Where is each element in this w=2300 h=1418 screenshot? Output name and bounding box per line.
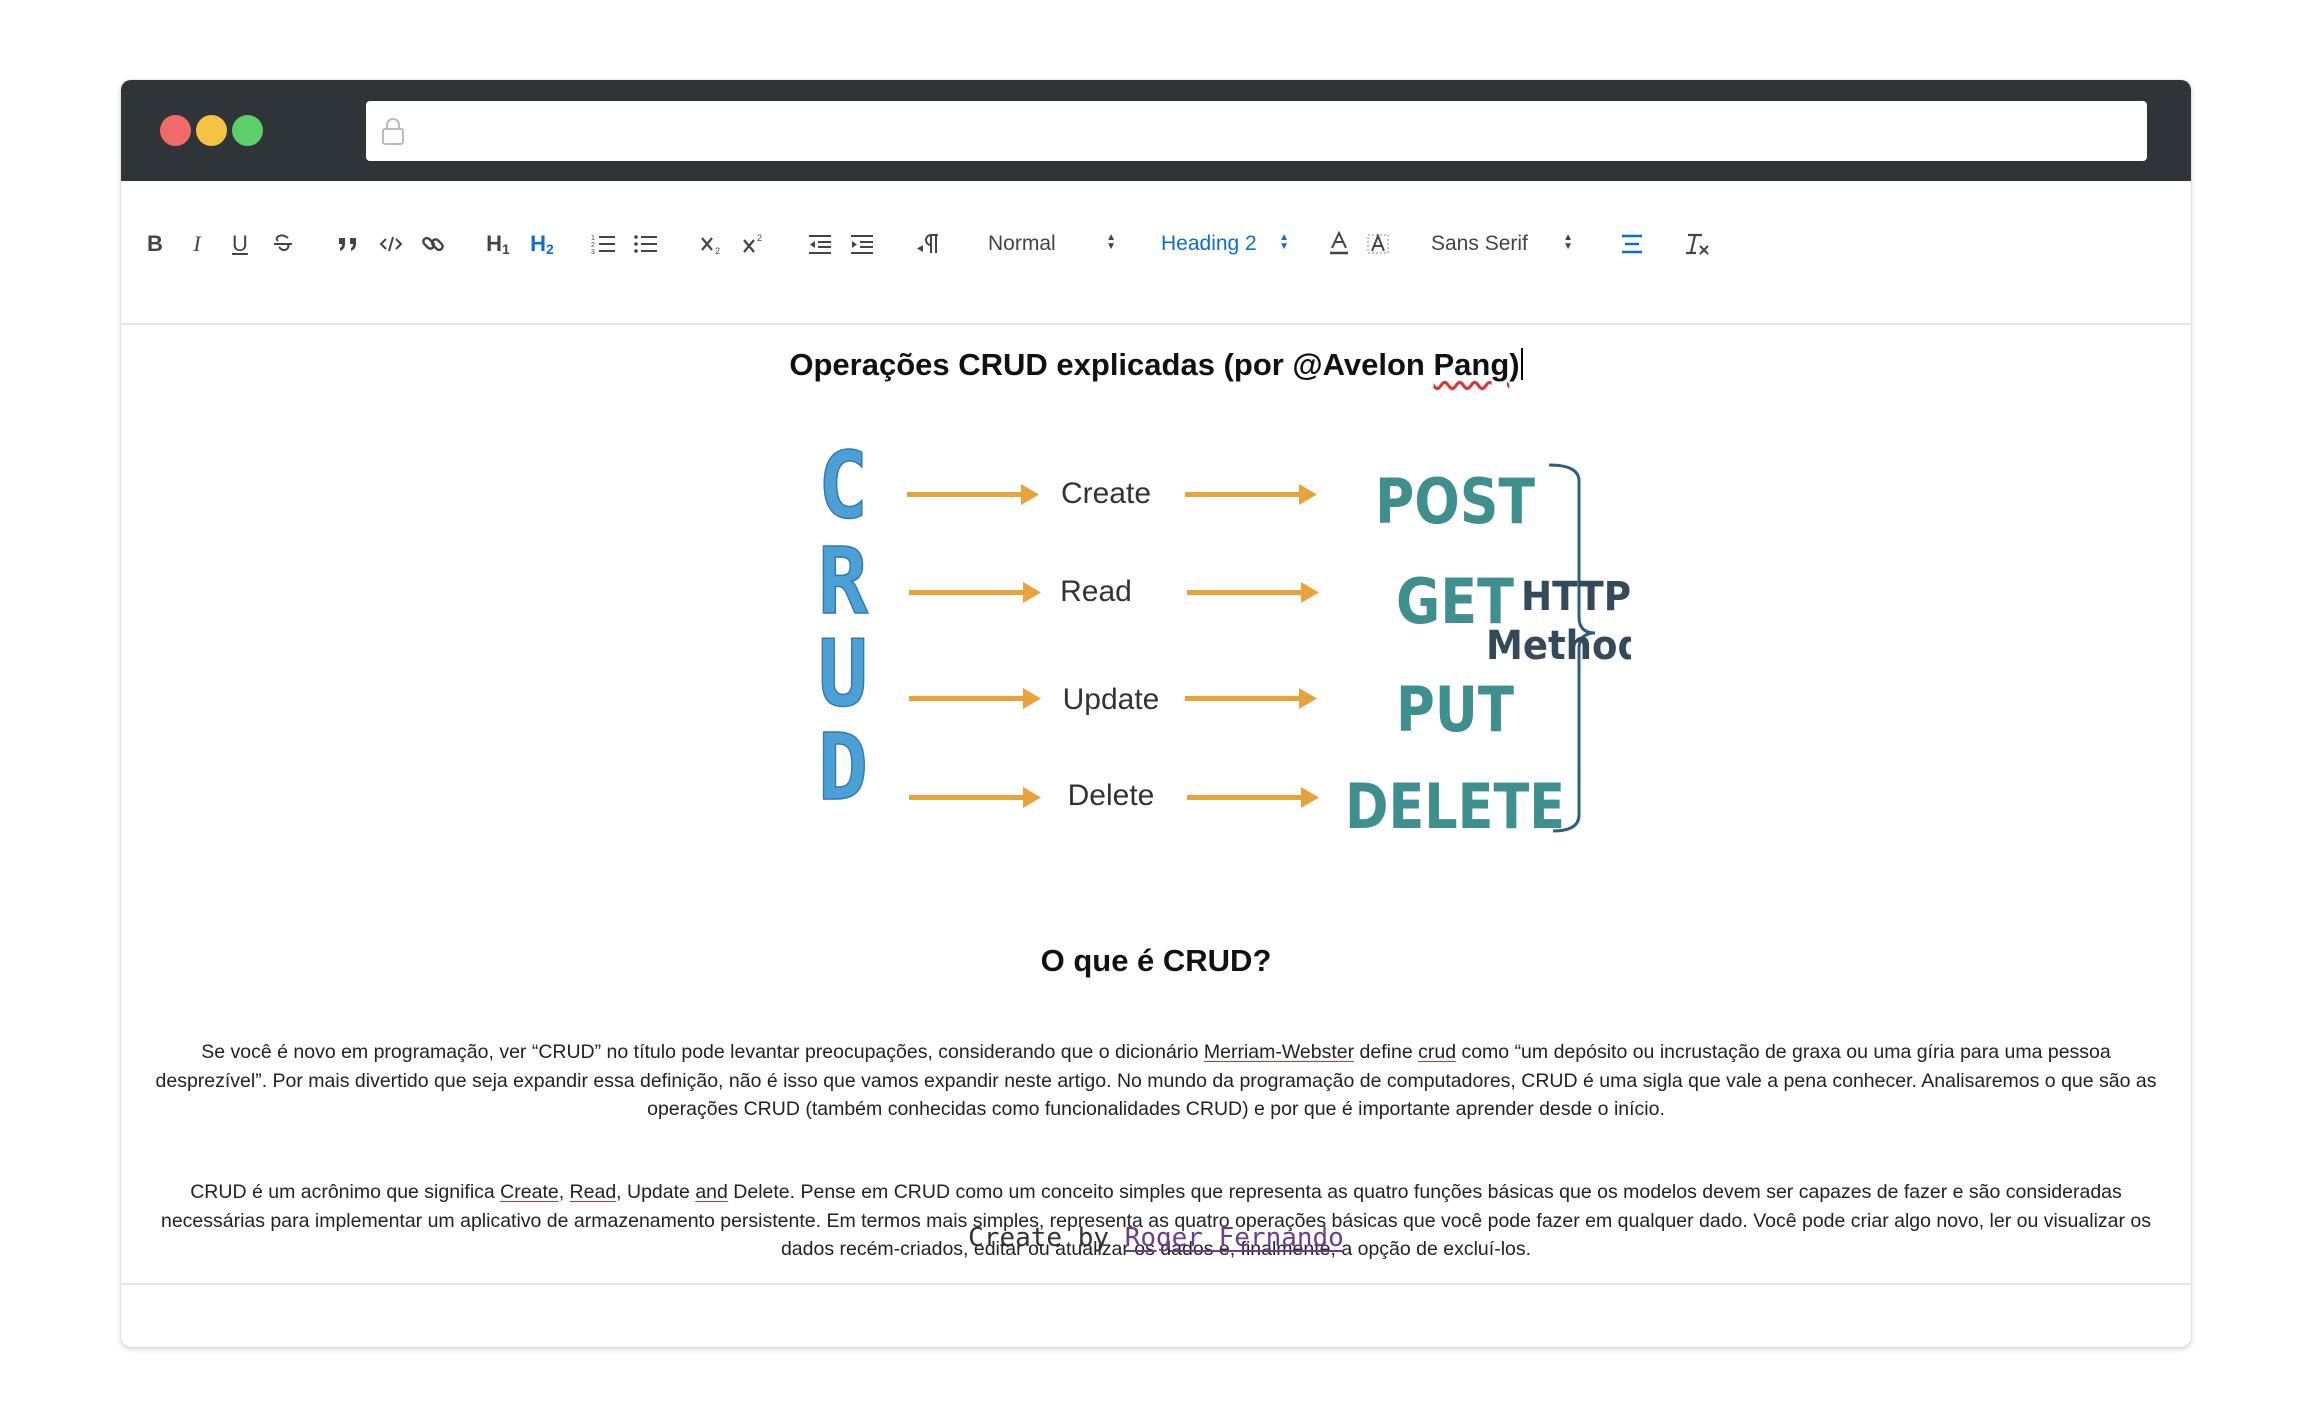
- p2-underlined-word: Create: [500, 1181, 559, 1203]
- clear-format-icon: [1686, 233, 1709, 255]
- font-select[interactable]: Sans Serif ▲ ▼: [1431, 227, 1573, 261]
- footer-credit: Create by Roger Fernando: [121, 1223, 2191, 1253]
- superscript-icon: 2: [743, 233, 762, 253]
- letter-d: D: [818, 714, 868, 821]
- title-text: Operações CRUD explicadas (por @Avelon: [789, 347, 1434, 382]
- author-link[interactable]: Roger Fernando: [1125, 1223, 1344, 1253]
- strikethrough-icon: [274, 234, 292, 252]
- p1-underlined-word: crud: [1418, 1041, 1457, 1063]
- p2-underlined-word: and: [695, 1181, 728, 1203]
- superscript-button[interactable]: 2: [741, 227, 769, 261]
- svg-text:2: 2: [591, 242, 595, 249]
- section-heading: O que é CRUD?: [1040, 943, 1272, 978]
- action-update: Update: [1063, 683, 1160, 716]
- p2-text: ,: [558, 1181, 570, 1203]
- maximize-window-button[interactable]: [232, 115, 263, 146]
- address-bar[interactable]: [366, 101, 2147, 161]
- action-delete: Delete: [1068, 779, 1155, 812]
- title-end: ): [1509, 347, 1520, 382]
- link-button[interactable]: [419, 227, 447, 261]
- format-select[interactable]: Normal ▲ ▼: [988, 227, 1116, 261]
- p2-text: , Update: [616, 1181, 696, 1203]
- paragraph-intro: Se você é novo em programação, ver “CRUD…: [145, 1038, 2167, 1124]
- align-center-button[interactable]: [1619, 227, 1645, 261]
- subscript-button[interactable]: 2: [699, 227, 727, 261]
- heading-select-value: Heading 2: [1161, 232, 1257, 255]
- ordered-list-icon: 123: [591, 235, 615, 255]
- bold-button[interactable]: B: [145, 227, 165, 261]
- select-arrows-icon: ▲ ▼: [1563, 232, 1573, 252]
- bullet-list-icon: [634, 235, 657, 253]
- p1-underlined-word: Merriam-Webster: [1203, 1041, 1355, 1063]
- header-1-letter: H: [486, 231, 503, 256]
- header-2-sub: 2: [546, 241, 554, 257]
- close-window-button[interactable]: [160, 115, 191, 146]
- header-2-button[interactable]: H2: [527, 227, 557, 261]
- browser-window: B I U H1 H2 123 2 2 Normal ▲ ▼ Heading 2…: [121, 80, 2191, 1347]
- letter-r: R: [818, 528, 869, 635]
- header-2-letter: H: [530, 231, 547, 256]
- method-put: PUT: [1396, 673, 1514, 746]
- text-color-icon: [1330, 231, 1348, 255]
- editor-content[interactable]: Operações CRUD explicadas (por @Avelon P…: [121, 325, 2191, 1285]
- ordered-list-button[interactable]: 123: [591, 227, 617, 261]
- link-icon: [422, 236, 444, 252]
- blockquote-button[interactable]: [335, 227, 361, 261]
- http-label: HTTP: [1521, 574, 1631, 620]
- svg-text:2: 2: [715, 246, 720, 256]
- outdent-button[interactable]: [807, 227, 833, 261]
- subscript-icon: 2: [701, 237, 720, 256]
- p1-text: define: [1354, 1041, 1419, 1063]
- text-direction-button[interactable]: [915, 227, 941, 261]
- document-title: Operações CRUD explicadas (por @Avelon P…: [121, 347, 2191, 383]
- p1-text: Se você é novo em programação, ver “CRUD…: [201, 1041, 1204, 1063]
- footer-prefix: Create by: [968, 1223, 1125, 1253]
- indent-button[interactable]: [849, 227, 875, 261]
- minimize-window-button[interactable]: [196, 115, 227, 146]
- indent-icon: [851, 235, 873, 254]
- font-select-value: Sans Serif: [1431, 232, 1528, 255]
- svg-text:1: 1: [591, 235, 595, 242]
- p2-underlined-word: Read: [569, 1181, 617, 1203]
- select-arrows-icon: ▲ ▼: [1279, 232, 1289, 252]
- header-1-sub: 1: [502, 241, 510, 257]
- italic-button[interactable]: I: [187, 227, 207, 261]
- code-block-button[interactable]: [377, 227, 405, 261]
- methods-label: Methods: [1486, 623, 1631, 669]
- editor-toolbar: B I U H1 H2 123 2 2 Normal ▲ ▼ Heading 2…: [121, 181, 2191, 325]
- method-post: POST: [1375, 465, 1535, 538]
- crud-diagram-image: C R U D Create Read Update Delete POST G…: [817, 435, 1631, 843]
- underline-button[interactable]: U: [229, 227, 251, 261]
- letter-u: U: [818, 620, 868, 727]
- title-misspelled-word: Pang: [1433, 347, 1510, 382]
- heading-select[interactable]: Heading 2 ▲ ▼: [1161, 227, 1289, 261]
- code-icon: [379, 236, 403, 252]
- clear-format-button[interactable]: [1683, 227, 1711, 261]
- header-1-button[interactable]: H1: [483, 227, 513, 261]
- p2-text: CRUD é um acrônimo que significa: [190, 1181, 501, 1203]
- letter-c: C: [818, 435, 868, 539]
- action-create: Create: [1061, 477, 1151, 510]
- method-delete: DELETE: [1345, 770, 1565, 843]
- lock-icon: [382, 118, 404, 145]
- align-center-icon: [1622, 234, 1642, 254]
- action-read: Read: [1060, 575, 1132, 608]
- outdent-icon: [809, 235, 831, 254]
- strike-button[interactable]: [271, 227, 295, 261]
- bullet-list-button[interactable]: [633, 227, 659, 261]
- text-cursor: [1520, 348, 1523, 380]
- svg-text:3: 3: [591, 249, 595, 255]
- select-arrows-icon: ▲ ▼: [1106, 232, 1116, 252]
- rtl-paragraph-icon: [917, 234, 938, 253]
- background-color-icon: [1367, 233, 1389, 254]
- format-select-value: Normal: [988, 232, 1056, 255]
- text-color-button[interactable]: [1327, 227, 1351, 261]
- title-bar: [121, 80, 2191, 181]
- quote-icon: [339, 238, 356, 251]
- svg-text:2: 2: [757, 233, 762, 243]
- background-color-button[interactable]: [1365, 227, 1391, 261]
